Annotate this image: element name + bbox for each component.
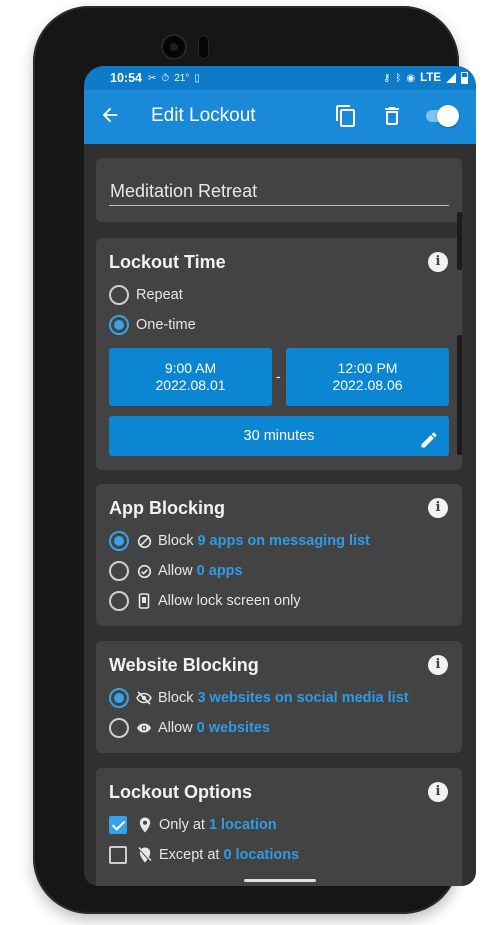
website-blocking-card: Website Blocking i Block 3 websites on s… (96, 641, 462, 753)
app-blocking-title: App Blocking (109, 498, 225, 518)
end-time: 12:00 PM (337, 360, 398, 376)
status-bar: 10:54 ✂ ⏱ 21° ▯ ⚷ ᛒ ◉ LTE (84, 66, 476, 90)
app-allow-radio[interactable] (109, 561, 129, 581)
info-icon[interactable]: i (428, 655, 448, 675)
only-at-checkbox[interactable] (109, 816, 127, 834)
repeat-radio[interactable] (109, 285, 129, 305)
app-bar: Edit Lockout (84, 90, 476, 144)
eye-off-icon (136, 690, 152, 706)
app-block-label: Block (158, 533, 194, 549)
network-type: LTE (420, 72, 441, 84)
location-off-icon (137, 847, 153, 863)
only-at-option[interactable]: Only at 1 location (109, 814, 277, 836)
web-allow-option[interactable]: Allow 0 websites (109, 717, 270, 739)
phone-icon (136, 593, 152, 609)
except-at-option[interactable]: Except at 0 locations (109, 844, 299, 866)
lockout-time-card: Lockout Time i Repeat One-time 9:00 AM 2… (96, 238, 462, 470)
app-allow-label: Allow (158, 563, 193, 579)
scissors-icon: ✂ (147, 72, 157, 84)
lock-screen-label: Allow lock screen only (158, 593, 301, 609)
lockout-name-card (96, 158, 462, 222)
hotspot-icon: ◉ (406, 72, 416, 84)
check-circle-icon (136, 563, 152, 579)
lockout-options-card: Lockout Options i Only at 1 location Exc… (96, 768, 462, 886)
web-allow-radio[interactable] (109, 718, 129, 738)
social-media-list-link[interactable]: 3 websites on social media list (197, 690, 408, 706)
start-time: 9:00 AM (164, 360, 217, 376)
allowed-websites-link[interactable]: 0 websites (197, 720, 270, 736)
app-block-radio[interactable] (109, 531, 129, 551)
trash-icon[interactable] (380, 104, 404, 128)
battery-icon (461, 72, 468, 84)
except-at-checkbox[interactable] (109, 846, 127, 864)
lockout-options-title: Lockout Options (109, 782, 252, 802)
phone-frame: 10:54 ✂ ⏱ 21° ▯ ⚷ ᛒ ◉ LTE Edit Lockout M… (33, 6, 476, 914)
web-allow-label: Allow (158, 720, 193, 736)
repeat-option[interactable]: Repeat (109, 284, 183, 306)
info-icon[interactable]: i (428, 782, 448, 802)
lock-screen-option[interactable]: Allow lock screen only (109, 590, 301, 612)
vpn-key-icon: ⚷ (383, 72, 391, 84)
web-block-radio[interactable] (109, 688, 129, 708)
one-time-option[interactable]: One-time (109, 314, 196, 336)
volume-button (457, 335, 462, 455)
end-date: 2022.08.06 (332, 377, 403, 393)
only-at-label: Only at (159, 817, 205, 833)
one-time-label: One-time (136, 317, 196, 333)
back-arrow-icon[interactable] (98, 100, 122, 130)
phone-icon: ▯ (194, 72, 200, 84)
front-camera (163, 36, 185, 58)
repeat-label: Repeat (136, 287, 183, 303)
signal-icon (446, 73, 456, 83)
lockout-time-title: Lockout Time (109, 252, 226, 272)
app-screen: 10:54 ✂ ⏱ 21° ▯ ⚷ ᛒ ◉ LTE Edit Lockout M… (84, 66, 476, 886)
datetime-separator: - (276, 368, 281, 384)
info-icon[interactable]: i (428, 252, 448, 272)
bluetooth-icon: ᛒ (395, 72, 402, 84)
edit-pencil-icon[interactable] (419, 426, 439, 448)
power-button (457, 212, 462, 270)
lock-screen-radio[interactable] (109, 591, 129, 611)
start-datetime-button[interactable]: 9:00 AM 2022.08.01 (109, 348, 272, 406)
page-title: Edit Lockout (151, 105, 256, 126)
messaging-apps-link[interactable]: 9 apps on messaging list (197, 533, 369, 549)
app-blocking-card: App Blocking i Block 9 apps on messaging… (96, 484, 462, 626)
timer-icon: ⏱ (161, 72, 170, 84)
duration-label: 30 minutes (243, 428, 315, 444)
status-temperature: 21° (174, 72, 190, 84)
eye-icon (136, 720, 152, 736)
status-time: 10:54 (110, 71, 142, 85)
allowed-apps-link[interactable]: 0 apps (197, 563, 243, 579)
except-at-label: Except at (159, 847, 220, 863)
end-datetime-button[interactable]: 12:00 PM 2022.08.06 (286, 348, 449, 406)
app-block-option[interactable]: Block 9 apps on messaging list (109, 530, 370, 552)
start-date: 2022.08.01 (155, 377, 226, 393)
copy-icon[interactable] (334, 104, 358, 128)
one-time-radio[interactable] (109, 315, 129, 335)
website-blocking-title: Website Blocking (109, 655, 259, 675)
duration-button[interactable]: 30 minutes (109, 416, 449, 456)
info-icon[interactable]: i (428, 498, 448, 518)
location-pin-icon (137, 817, 153, 833)
only-at-locations-link[interactable]: 1 location (209, 817, 277, 833)
web-block-label: Block (158, 690, 194, 706)
lockout-enabled-toggle[interactable] (424, 105, 459, 127)
web-block-option[interactable]: Block 3 websites on social media list (109, 687, 409, 709)
except-at-locations-link[interactable]: 0 locations (223, 847, 299, 863)
app-allow-option[interactable]: Allow 0 apps (109, 560, 243, 582)
block-icon (136, 533, 152, 549)
lockout-name-input[interactable] (109, 180, 449, 206)
gesture-nav-bar[interactable] (244, 879, 316, 882)
sensor (199, 36, 208, 58)
